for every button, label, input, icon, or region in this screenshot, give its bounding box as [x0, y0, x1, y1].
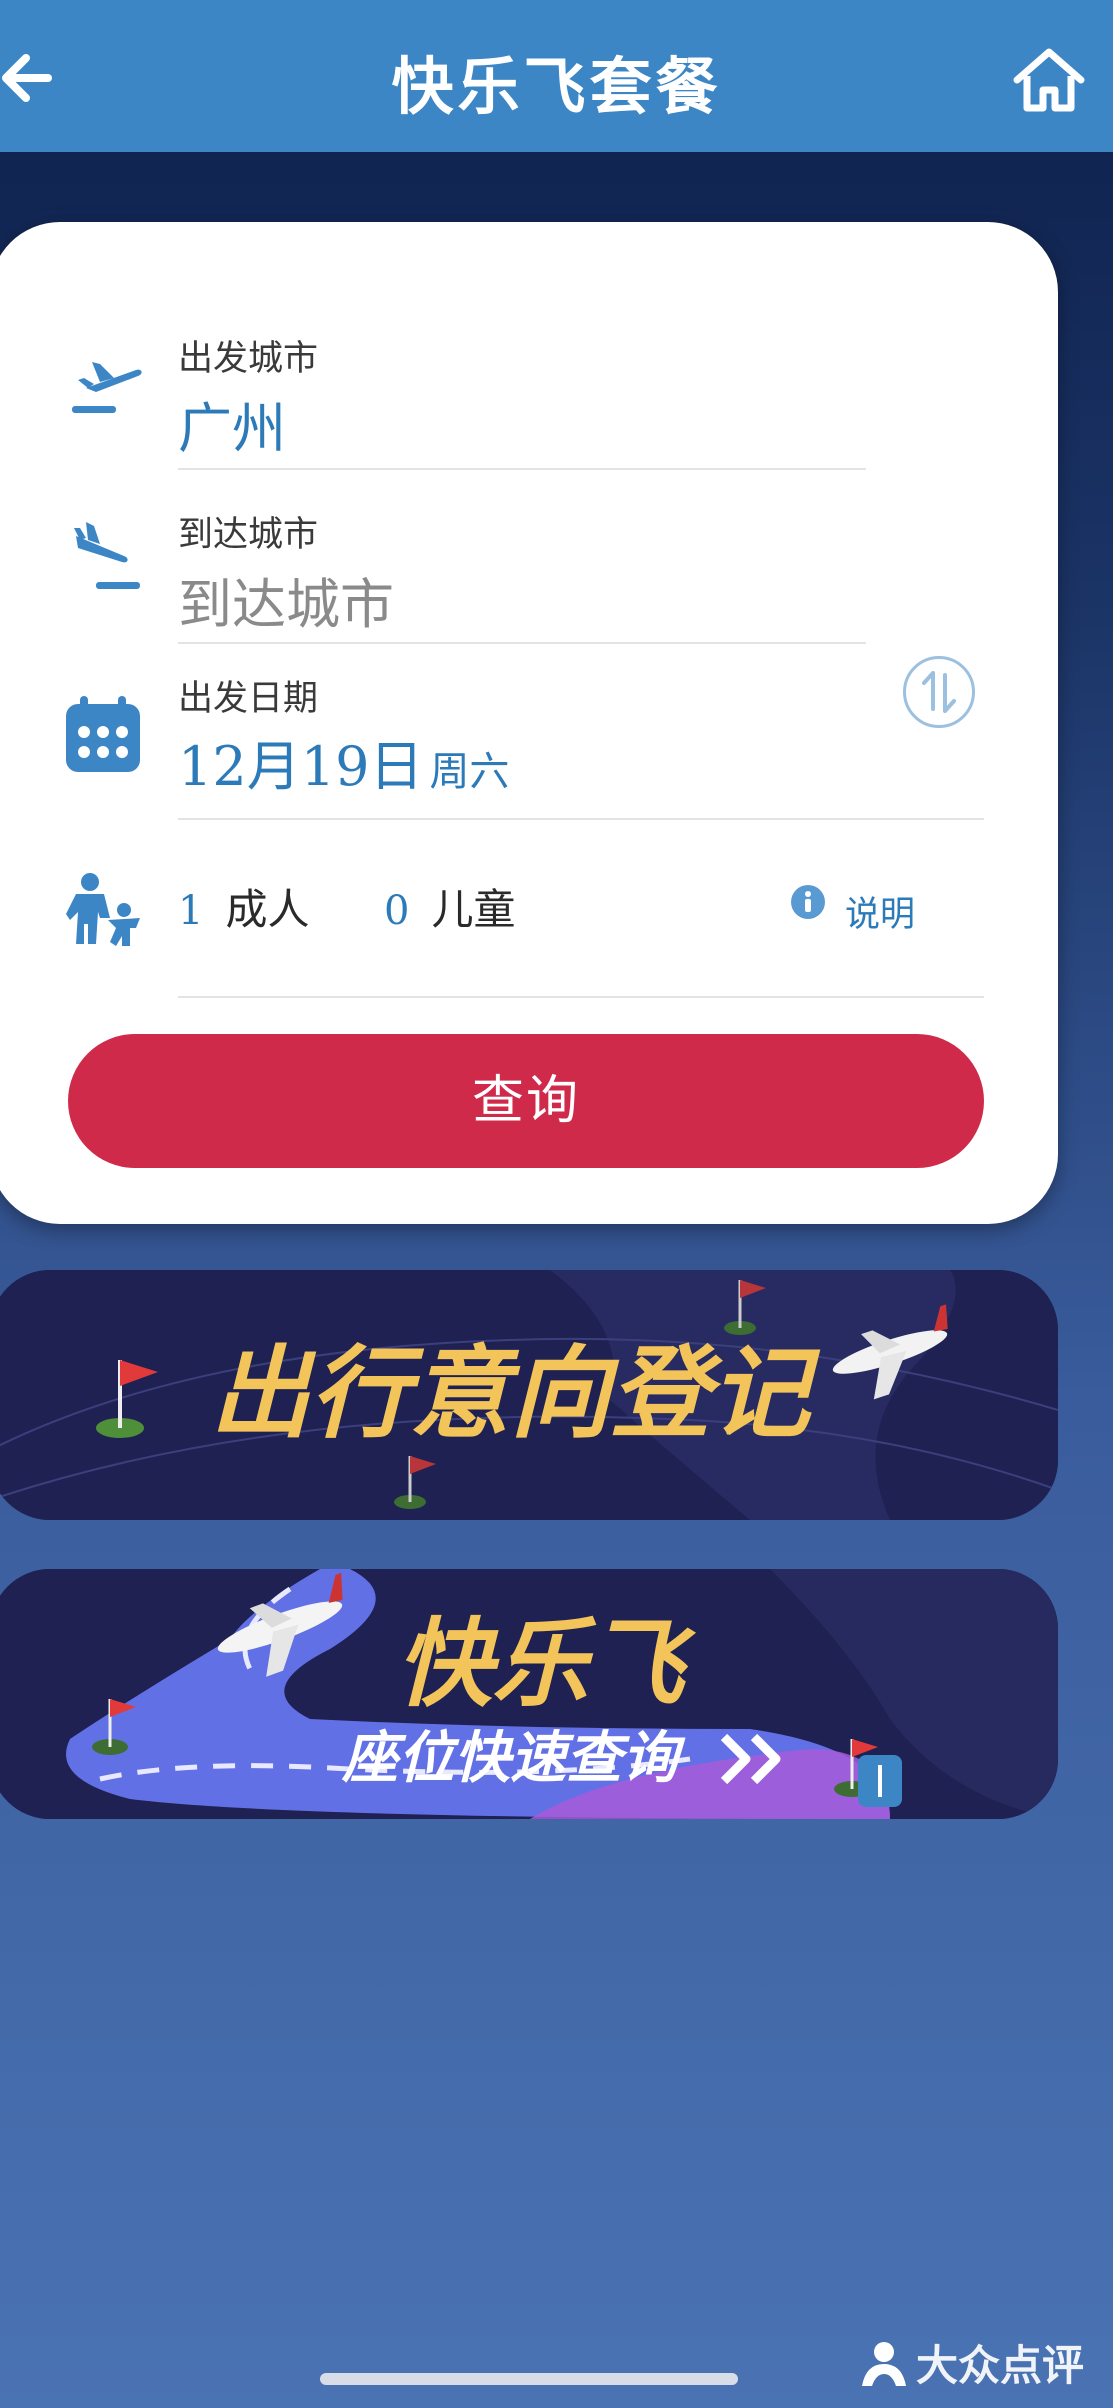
banner2-title: 快乐飞: [396, 1608, 697, 1720]
date-label: 出发日期: [178, 679, 319, 719]
seat-query-banner[interactable]: 快乐飞 座位快速查询: [0, 1569, 1058, 1819]
calendar-icon: [64, 694, 144, 780]
takeoff-icon: [66, 342, 146, 426]
arrival-label: 到达城市: [178, 515, 319, 555]
travel-intent-banner[interactable]: 出行意向登记: [0, 1270, 1058, 1520]
departure-city[interactable]: 广州: [178, 384, 286, 463]
query-button[interactable]: 查询: [68, 1034, 984, 1168]
landing-icon: [66, 518, 146, 602]
home-icon: [1013, 48, 1085, 112]
swap-arrows-icon: [922, 671, 956, 713]
nav-bar: 快乐飞套餐: [0, 0, 1113, 152]
child-selector[interactable]: 0 儿童: [384, 876, 515, 937]
child-count: 0: [384, 888, 410, 934]
adult-count: 1: [178, 888, 204, 934]
child-label: 儿童: [431, 885, 516, 934]
dianping-watermark: 大众点评: [858, 2332, 1084, 2393]
home-indicator[interactable]: [320, 2373, 738, 2385]
divider: [178, 818, 984, 820]
banner2-subtitle: 座位快速查询: [341, 1726, 686, 1791]
departure-date[interactable]: 12月19日 周六: [178, 722, 509, 801]
departure-label: 出发城市: [178, 339, 319, 379]
info-icon[interactable]: [790, 884, 826, 920]
arrival-city-placeholder[interactable]: 到达城市: [178, 560, 394, 639]
weekday-text: 周六: [429, 749, 510, 795]
passengers-icon: [64, 872, 144, 956]
divider: [178, 468, 866, 470]
swap-cities-button[interactable]: [903, 656, 975, 728]
divider: [178, 996, 984, 998]
divider: [178, 642, 866, 644]
adult-label: 成人: [225, 885, 310, 934]
adult-selector[interactable]: 1 成人: [178, 876, 309, 937]
banner-background: 出行意向登记: [0, 1270, 1058, 1520]
banner-background: 快乐飞 座位快速查询: [0, 1569, 1058, 1819]
dianping-logo-icon: [858, 2340, 910, 2388]
date-text: 12月19日: [178, 735, 424, 798]
home-button[interactable]: [1013, 46, 1085, 114]
watermark-text: 大众点评: [916, 2341, 1085, 2390]
page-title: 快乐飞套餐: [391, 50, 722, 123]
explain-link[interactable]: 说明: [845, 886, 915, 937]
search-card: 出发城市 广州 到达城市 到达城市 出发日期 12月19日 周六 1 成人 0 …: [0, 222, 1058, 1224]
banner1-title: 出行意向登记: [210, 1335, 821, 1452]
